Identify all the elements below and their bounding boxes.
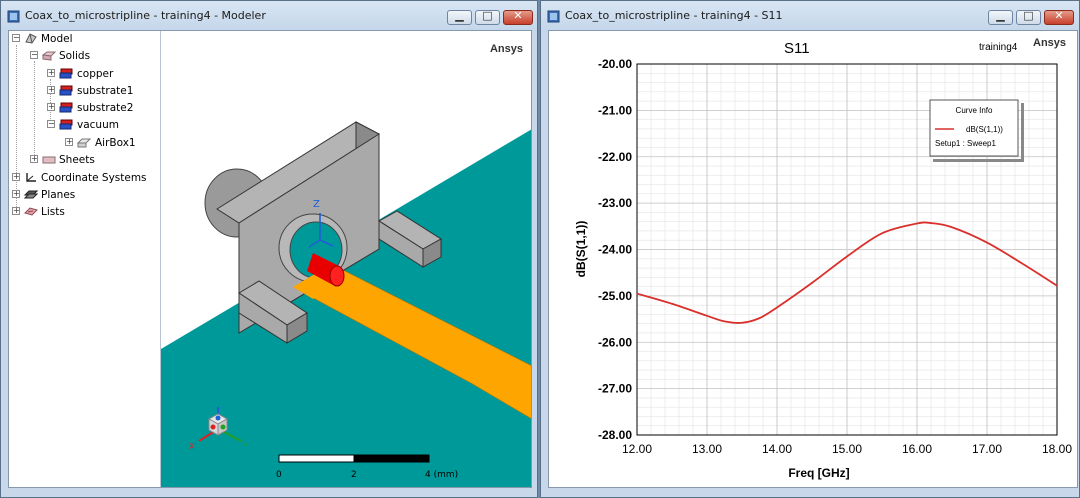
tree-label: Lists: [41, 206, 65, 218]
collapse-icon[interactable]: −: [30, 51, 38, 59]
coax-pin-tip: [329, 265, 345, 287]
modeler-titlebar[interactable]: Coax_to_microstripline - training4 - Mod…: [1, 1, 537, 31]
expand-icon[interactable]: +: [12, 173, 20, 181]
ansys-logo: Ansys: [1033, 37, 1066, 49]
y-tick-label: -27.00: [598, 382, 632, 396]
x-tick-label: 16.00: [902, 442, 932, 456]
minimize-button[interactable]: ▁: [988, 9, 1013, 25]
tree-line: [34, 61, 35, 161]
modeler-window: Coax_to_microstripline - training4 - Mod…: [0, 0, 538, 498]
scale-tick-2: 2: [351, 470, 357, 480]
legend-trace-label: dB(S(1,1)): [966, 125, 1003, 134]
x-tick-label: 15.00: [832, 442, 862, 456]
lists-icon: [24, 207, 38, 216]
tree-label: Coordinate Systems: [41, 172, 147, 184]
y-tick-label: -25.00: [598, 289, 632, 303]
tree-label: Solids: [59, 50, 91, 62]
solids-icon: [42, 51, 56, 61]
s11-plot[interactable]: S11 training4 Ansys 12.00 13.00 14.00 15.00…: [549, 31, 1077, 487]
app-icon: [7, 10, 20, 23]
scale-tick-4: 4 (mm): [425, 470, 458, 480]
legend-setup-label: Setup1 : Sweep1: [935, 139, 996, 148]
expand-icon[interactable]: +: [47, 86, 55, 94]
minimize-icon: ▁: [996, 9, 1005, 22]
model-icon: [25, 33, 37, 44]
close-button[interactable]: ✕: [503, 9, 533, 25]
legend-shadow: [933, 159, 1024, 162]
y-tick-label: -28.00: [598, 428, 632, 442]
tree-label: Planes: [41, 189, 76, 201]
tree-label: substrate2: [77, 102, 134, 114]
model-tree[interactable]: − Model − Solids + copper + substrate1 +: [9, 31, 161, 487]
app-icon: [547, 10, 560, 23]
tree-label: Sheets: [59, 154, 95, 166]
x-tick-label: 13.00: [692, 442, 722, 456]
expand-icon[interactable]: +: [47, 103, 55, 111]
expand-icon[interactable]: +: [30, 155, 38, 163]
tree-label: Model: [41, 33, 73, 45]
legend-heading: Curve Info: [956, 106, 993, 115]
legend-shadow: [1021, 103, 1024, 159]
maximize-button[interactable]: □: [1016, 9, 1041, 25]
y-tick-labels: -20.00 -21.00 -22.00 -23.00 -24.00 -25.00 -26.…: [598, 57, 632, 442]
minimize-button[interactable]: ▁: [447, 9, 472, 25]
3d-viewport[interactable]: Ansys Z X Y 0 2 4 (mm): [161, 31, 531, 487]
x-tick-label: 14.00: [762, 442, 792, 456]
close-icon: ✕: [1054, 9, 1064, 22]
expand-icon[interactable]: +: [12, 190, 20, 198]
y-tick-label: -23.00: [598, 196, 632, 210]
model-scene: Z X Y 0 2 4 (mm): [161, 121, 531, 487]
expand-icon[interactable]: +: [47, 69, 55, 77]
coordinate-systems-icon: [26, 173, 36, 182]
tree-label: AirBox1: [95, 137, 136, 149]
x-tick-label: 17.00: [972, 442, 1002, 456]
sheets-icon: [42, 156, 56, 164]
close-button[interactable]: ✕: [1044, 9, 1074, 25]
design-label: training4: [979, 42, 1018, 53]
window-title: Coax_to_microstripline - training4 - S11: [565, 9, 783, 22]
port-z-label: Z: [313, 199, 320, 210]
planes-icon: [24, 190, 38, 199]
y-tick-label: -21.00: [598, 103, 632, 117]
y-tick-label: -24.00: [598, 243, 632, 257]
tree-label: substrate1: [77, 85, 134, 97]
y-tick-label: -20.00: [598, 57, 632, 71]
solid-object-icon: [59, 119, 73, 130]
plot-window: Coax_to_microstripline - training4 - S11…: [540, 0, 1080, 498]
y-tick-label: -22.00: [598, 150, 632, 164]
airbox-icon: [77, 138, 91, 148]
plot-client[interactable]: S11 training4 Ansys 12.00 13.00 14.00 15.00…: [548, 30, 1078, 488]
solid-object-icon: [59, 85, 73, 96]
maximize-button[interactable]: □: [475, 9, 500, 25]
tree-label: copper: [77, 68, 114, 80]
solid-object-icon: [59, 102, 73, 113]
tree-label: vacuum: [77, 119, 119, 131]
x-tick-labels: 12.00 13.00 14.00 15.00 16.00 17.00 18.00: [622, 442, 1072, 456]
y-tick-label: -26.00: [598, 335, 632, 349]
expand-icon[interactable]: +: [65, 138, 73, 146]
plot-titlebar[interactable]: Coax_to_microstripline - training4 - S11…: [541, 1, 1079, 31]
triad-y-label: Y: [242, 442, 248, 451]
triad-x-label: X: [189, 442, 195, 451]
collapse-icon[interactable]: −: [12, 34, 20, 42]
scale-tick-0: 0: [276, 470, 282, 480]
expand-icon[interactable]: +: [12, 207, 20, 215]
x-tick-label: 12.00: [622, 442, 652, 456]
maximize-icon: □: [482, 9, 493, 22]
window-title: Coax_to_microstripline - training4 - Mod…: [25, 9, 266, 22]
collapse-icon[interactable]: −: [47, 120, 55, 128]
x-axis-label: Freq [GHz]: [788, 466, 849, 480]
modeler-client: − Model − Solids + copper + substrate1 +: [8, 30, 532, 488]
solid-object-icon: [59, 68, 73, 79]
curve-info-legend[interactable]: Curve Info dB(S(1,1)) Setup1 : Sweep1: [929, 99, 1024, 162]
minimize-icon: ▁: [455, 9, 464, 22]
x-tick-label: 18.00: [1042, 442, 1072, 456]
maximize-icon: □: [1023, 9, 1034, 22]
y-axis-label: dB(S(1,1)): [574, 221, 588, 278]
chart-title: S11: [784, 40, 810, 57]
close-icon: ✕: [513, 9, 523, 22]
